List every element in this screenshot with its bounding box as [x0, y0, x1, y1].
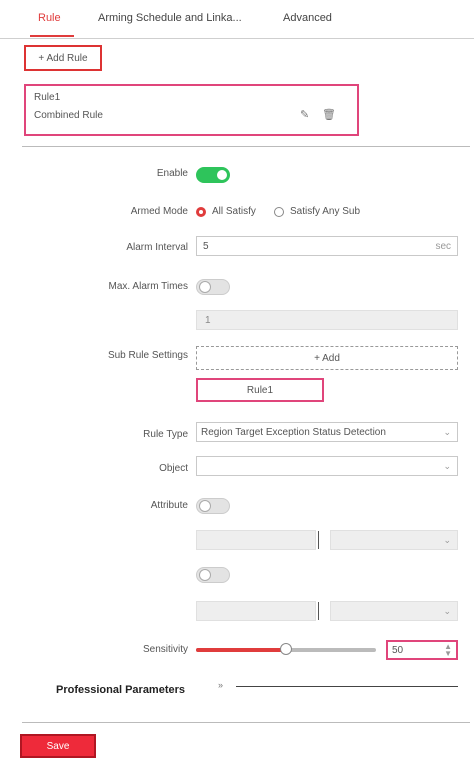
radio-satisfy-any-label: Satisfy Any Sub [290, 206, 361, 217]
collapse-icon[interactable]: » [218, 680, 223, 690]
attribute-label: Attribute [150, 500, 188, 511]
field-separator [318, 602, 319, 620]
edit-icon[interactable]: ✎ [300, 108, 309, 121]
sensitivity-slider-thumb[interactable] [280, 643, 292, 655]
attribute-input-left [196, 530, 316, 550]
max-alarm-times-label: Max. Alarm Times [108, 281, 188, 292]
save-button[interactable]: Save [20, 734, 96, 758]
rule-chip[interactable]: Rule1 [196, 378, 324, 402]
max-alarm-times-value: 1 [205, 315, 211, 326]
sensitivity-value: 50 [392, 645, 404, 656]
field-separator [318, 531, 319, 549]
attribute2-input-left [196, 601, 316, 621]
alarm-interval-label: Alarm Interval [126, 242, 188, 253]
rule-type-value: Region Target Exception Status Detection [201, 427, 386, 438]
professional-parameters-title[interactable]: Professional Parameters [56, 684, 185, 696]
sensitivity-slider-fill [196, 648, 286, 652]
add-sub-rule-button[interactable]: + Add [196, 346, 458, 370]
max-alarm-times-input: 1 [196, 310, 458, 330]
tab-advanced[interactable]: Advanced [283, 12, 332, 24]
attribute-toggle[interactable] [196, 498, 230, 514]
tab-arming-schedule[interactable]: Arming Schedule and Linka... [98, 12, 242, 24]
armed-mode-label: Armed Mode [130, 206, 188, 217]
attribute2-select-right: ⌄ [330, 601, 458, 621]
tab-rule[interactable]: Rule [38, 12, 61, 24]
footer-divider [22, 722, 470, 723]
sensitivity-label: Sensitivity [142, 644, 188, 655]
add-rule-button[interactable]: + Add Rule [24, 45, 102, 71]
save-label: Save [46, 740, 70, 752]
radio-satisfy-any[interactable] [274, 207, 284, 217]
add-sub-rule-label: + Add [314, 352, 340, 364]
chevron-down-icon: ⌄ [443, 535, 451, 545]
rule-header: Rule1 [34, 92, 61, 103]
toggle-knob [199, 281, 211, 293]
rule-chip-label: Rule1 [246, 384, 274, 396]
rule-type-select[interactable]: Region Target Exception Status Detection… [196, 422, 458, 442]
toggle-knob [199, 500, 211, 512]
chevron-down-icon: ⌄ [443, 461, 451, 471]
rule-list: Rule1 Combined Rule ✎ 🗑 [24, 84, 359, 136]
section-divider [22, 146, 470, 147]
object-select[interactable]: ⌄ [196, 456, 458, 476]
toggle-knob [216, 169, 228, 181]
enable-label: Enable [156, 168, 188, 179]
object-label: Object [159, 463, 188, 474]
alarm-interval-input[interactable]: 5 sec [196, 236, 458, 256]
chevron-down-icon: ⌄ [443, 427, 451, 437]
rule-type-label: Rule Type [143, 429, 188, 440]
radio-all-satisfy-label: All Satisfy [212, 206, 256, 217]
sub-rule-settings-label: Sub Rule Settings [107, 350, 188, 361]
alarm-interval-value: 5 [203, 241, 209, 252]
enable-toggle[interactable] [196, 167, 230, 183]
active-tab-indicator [30, 35, 74, 37]
stepper-icon[interactable]: ▲ ▼ [444, 643, 452, 658]
radio-all-satisfy[interactable] [196, 207, 206, 217]
delete-icon[interactable]: 🗑 [322, 108, 336, 121]
alarm-interval-unit: sec [435, 241, 451, 252]
section-line [236, 686, 458, 687]
add-rule-label: + Add Rule [38, 52, 88, 64]
attribute2-toggle[interactable] [196, 567, 230, 583]
tab-bar: Rule Arming Schedule and Linka... Advanc… [0, 0, 474, 39]
toggle-knob [199, 569, 211, 581]
chevron-down-icon: ⌄ [443, 606, 451, 616]
rule-item-label[interactable]: Combined Rule [34, 110, 103, 121]
sensitivity-input[interactable]: 50 ▲ ▼ [386, 640, 458, 660]
sensitivity-slider-track[interactable] [196, 643, 376, 655]
max-alarm-times-toggle[interactable] [196, 279, 230, 295]
attribute-select-right: ⌄ [330, 530, 458, 550]
